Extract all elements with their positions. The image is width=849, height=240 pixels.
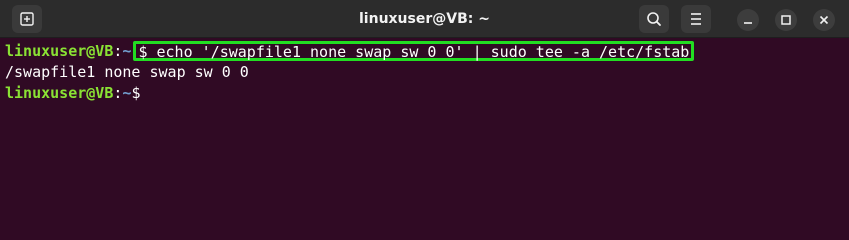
menu-button[interactable] bbox=[681, 5, 711, 33]
minimize-button[interactable] bbox=[737, 9, 759, 31]
command-output: /swapfile1 none swap sw 0 0 bbox=[5, 63, 249, 81]
title-bar: linuxuser@VB: ~ bbox=[0, 0, 849, 38]
new-tab-icon bbox=[20, 12, 34, 26]
maximize-button[interactable] bbox=[775, 9, 797, 31]
prompt2-user: linuxuser@VB bbox=[5, 84, 114, 102]
window-title: linuxuser@VB: ~ bbox=[359, 11, 490, 27]
prompt2-symbol: $ bbox=[131, 84, 141, 102]
search-icon bbox=[647, 12, 661, 26]
terminal-output-area[interactable]: linuxuser@VB:~ $ echo '/swapfile1 none sw… bbox=[0, 38, 849, 220]
minimize-icon bbox=[744, 22, 752, 24]
search-button[interactable] bbox=[639, 5, 669, 33]
terminal-line-2: /swapfile1 none swap sw 0 0 bbox=[5, 62, 849, 83]
close-icon bbox=[819, 15, 829, 25]
terminal-line-1: linuxuser@VB:~ $ echo '/swapfile1 none sw… bbox=[5, 41, 849, 62]
hamburger-menu-icon bbox=[691, 13, 701, 25]
prompt-user: linuxuser@VB bbox=[5, 42, 114, 60]
close-button[interactable] bbox=[813, 9, 835, 31]
highlighted-command: $ echo '/swapfile1 none swap sw 0 0' | s… bbox=[133, 41, 695, 61]
new-tab-button[interactable] bbox=[12, 5, 42, 33]
terminal-line-3: linuxuser@VB:~$ bbox=[5, 83, 849, 104]
maximize-icon bbox=[781, 15, 791, 25]
terminal-cursor bbox=[140, 85, 149, 102]
terminal-window: linuxuser@VB: ~ linuxuser@VB:~ $ echo '/… bbox=[0, 0, 849, 220]
prompt-path: ~ bbox=[122, 42, 132, 60]
